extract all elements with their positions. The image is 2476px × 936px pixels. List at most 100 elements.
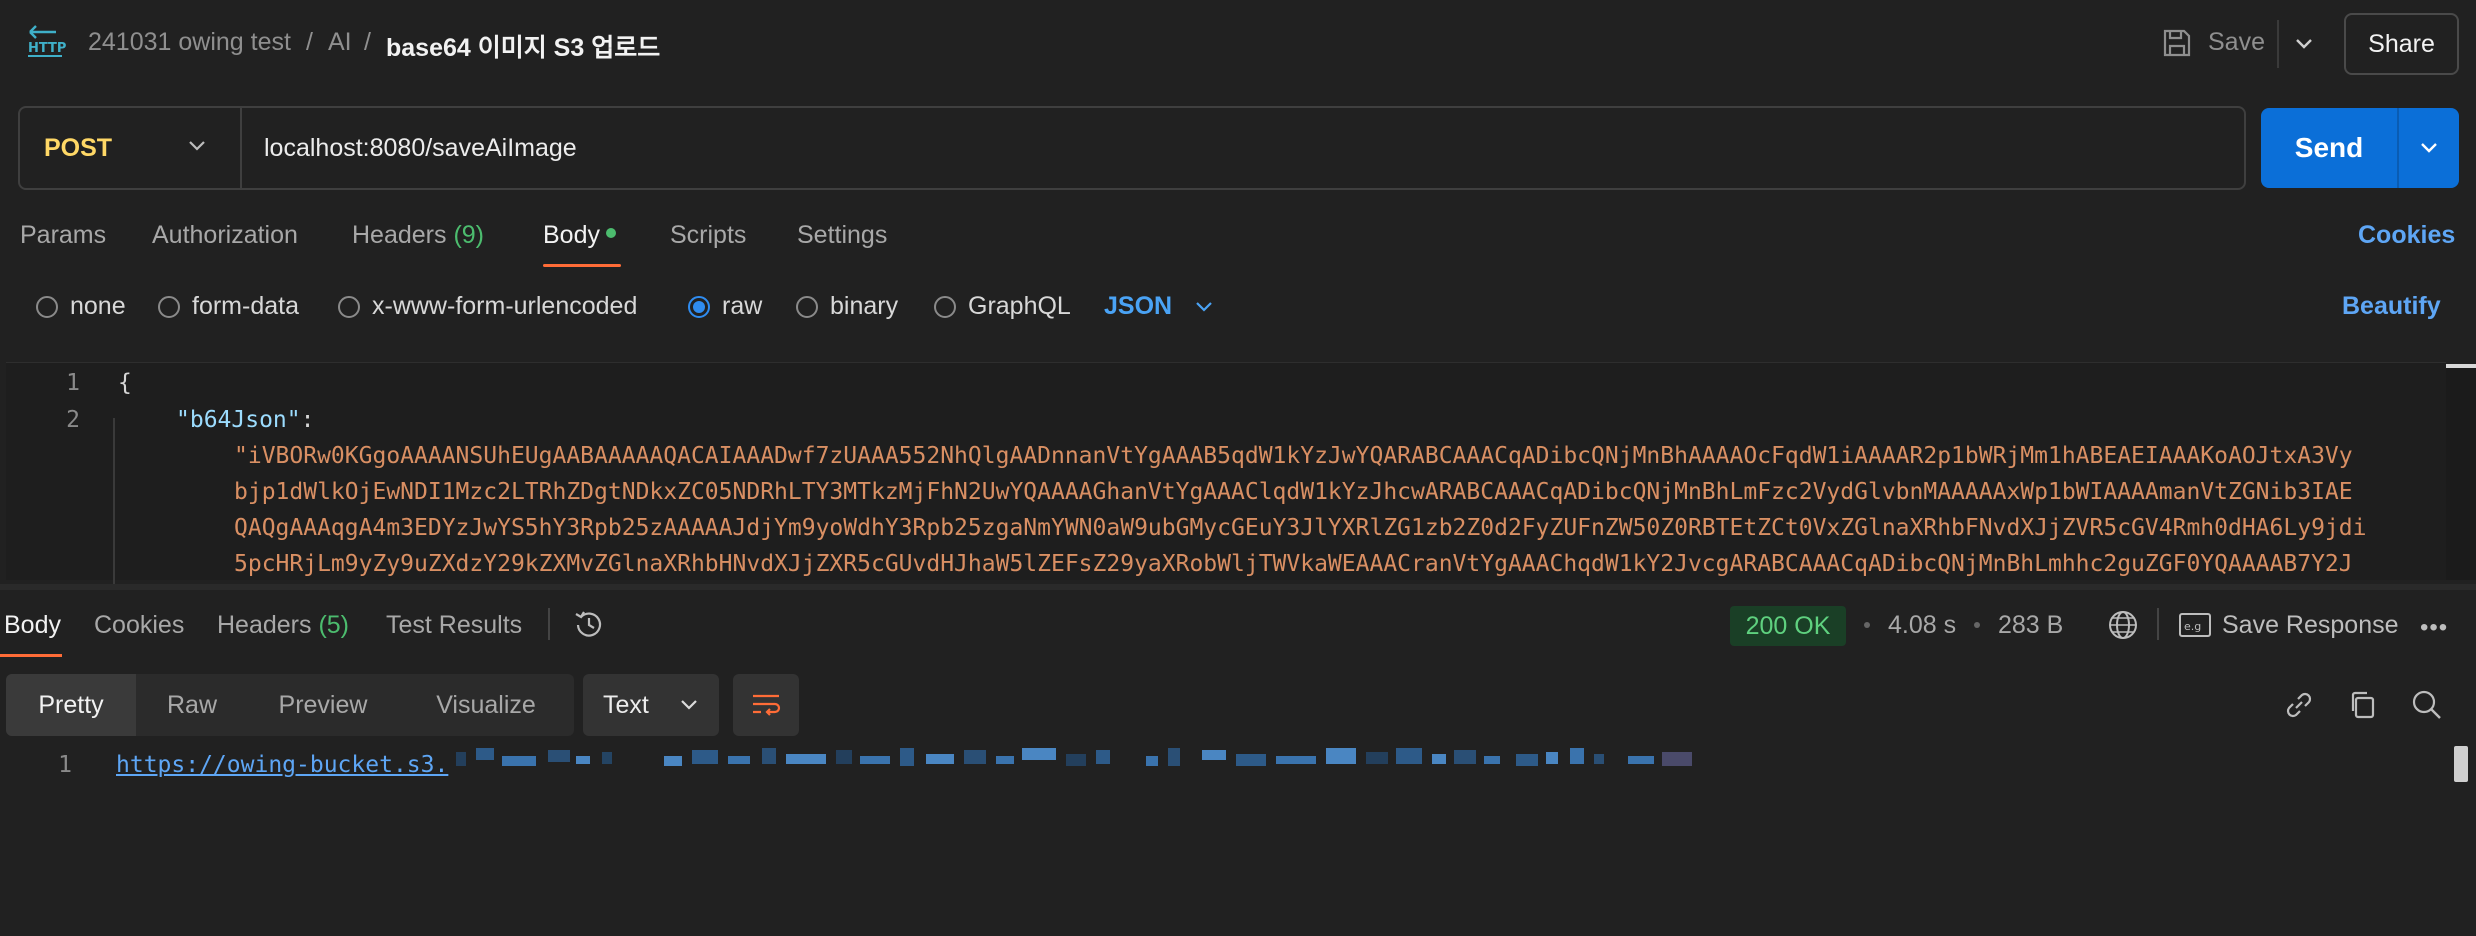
request-body-editor[interactable] — [6, 362, 2446, 580]
request-name[interactable]: base64 이미지 S3 업로드 — [386, 28, 660, 64]
history-icon[interactable] — [572, 608, 606, 642]
radio-none[interactable]: none — [36, 292, 126, 321]
response-tab-cookies[interactable]: Cookies — [94, 611, 184, 640]
json-key-line: "b64Json": — [176, 407, 314, 433]
json-key: "b64Json" — [176, 407, 301, 433]
json-string-line: bjp1dWlkOjEwNDI1Mzc2LTRhZDgtNDkxZC05NDRh… — [234, 479, 2353, 505]
divider — [2157, 608, 2159, 640]
chevron-down-icon — [1196, 301, 1212, 312]
separator-dot — [1974, 622, 1980, 628]
response-url-link[interactable]: https://owing-bucket.s3. — [116, 752, 448, 778]
format-select[interactable]: JSON — [1104, 292, 1214, 321]
search-icon[interactable] — [2410, 688, 2444, 722]
language-label: Text — [603, 690, 649, 719]
radio-button[interactable] — [934, 295, 956, 318]
radio-button-checked[interactable] — [688, 295, 710, 318]
cookies-link[interactable]: Cookies — [2358, 221, 2455, 250]
svg-text:e.g: e.g — [2184, 620, 2201, 633]
radio-label: raw — [722, 292, 763, 320]
wrap-lines-button[interactable] — [733, 674, 799, 736]
radio-button[interactable] — [36, 295, 58, 318]
format-label: JSON — [1104, 292, 1173, 320]
radio-binary[interactable]: binary — [796, 292, 898, 321]
editor-scroll-thumb[interactable] — [2446, 364, 2476, 368]
save-options-button[interactable] — [2286, 26, 2322, 62]
beautify-button[interactable]: Beautify — [2342, 292, 2441, 321]
radio-raw[interactable]: raw — [688, 292, 762, 321]
radio-label: binary — [830, 292, 899, 320]
radio-form-data[interactable]: form-data — [158, 292, 299, 321]
save-icon[interactable] — [2160, 26, 2194, 60]
send-button[interactable]: Send — [2261, 108, 2397, 188]
chevron-down-icon — [189, 141, 205, 151]
json-colon: : — [300, 407, 315, 433]
json-string-line: QAQgAAAqgA4m3EDYzJwYS5hY3Rpb25zAAAAAJdjY… — [234, 515, 2367, 541]
radio-button[interactable] — [158, 295, 180, 318]
view-pretty[interactable]: Pretty — [6, 674, 136, 736]
chevron-down-icon — [681, 700, 697, 710]
status-badge[interactable]: 200 OK — [1730, 606, 1846, 646]
active-tab-indicator — [543, 264, 621, 267]
pane-splitter[interactable] — [0, 584, 2476, 590]
response-language-select[interactable]: Text — [583, 674, 719, 736]
radio-urlencoded[interactable]: x-www-form-urlencoded — [338, 292, 637, 321]
wrap-lines-icon — [753, 694, 781, 716]
tab-body[interactable]: Body — [543, 221, 616, 250]
url-input[interactable] — [264, 120, 2224, 176]
response-scroll-thumb[interactable] — [2454, 746, 2468, 782]
divider — [240, 108, 242, 188]
response-time[interactable]: 4.08 s — [1888, 611, 1956, 640]
json-string-line: "iVBORw0KGgoAAAANSUhEUgAABAAAAAQACAIAAAD… — [234, 443, 2353, 469]
view-visualize[interactable]: Visualize — [398, 674, 574, 736]
request-header: HTTP 241031 owing test / AI / base64 이미지… — [0, 0, 2476, 88]
radio-graphql[interactable]: GraphQL — [934, 292, 1071, 321]
chevron-down-icon — [2296, 39, 2312, 49]
link-icon[interactable] — [2282, 688, 2316, 722]
editor-scrollbar[interactable] — [2446, 364, 2476, 580]
tab-scripts[interactable]: Scripts — [670, 221, 746, 250]
response-size[interactable]: 283 B — [1998, 611, 2063, 640]
breadcrumb-folder[interactable]: AI — [328, 28, 352, 57]
radio-button[interactable] — [338, 295, 360, 318]
response-tab-test-results[interactable]: Test Results — [386, 611, 522, 640]
view-preview[interactable]: Preview — [248, 674, 398, 736]
svg-text:HTTP: HTTP — [28, 41, 66, 56]
breadcrumb-separator: / — [364, 28, 371, 56]
separator-dot — [1864, 622, 1870, 628]
response-tab-body[interactable]: Body — [4, 611, 61, 640]
line-number: 1 — [66, 370, 80, 396]
headers-count: (5) — [318, 611, 350, 639]
more-icon[interactable]: ••• — [2420, 614, 2448, 642]
response-tab-headers[interactable]: Headers (5) — [217, 611, 349, 640]
response-tab-headers-label: Headers — [217, 611, 312, 639]
globe-icon[interactable] — [2106, 608, 2140, 642]
body-modified-dot — [605, 228, 616, 239]
tab-authorization[interactable]: Authorization — [152, 221, 298, 250]
save-button[interactable]: Save — [2208, 28, 2265, 57]
headers-count: (9) — [453, 221, 485, 249]
chevron-down-icon — [2421, 143, 2437, 153]
view-raw[interactable]: Raw — [136, 674, 248, 736]
tab-headers-label: Headers — [352, 221, 447, 249]
tab-body-label: Body — [543, 221, 600, 249]
json-string-line: 5pcHRjLm9yZy9uZXdzY29kZXMvZGlnaXRhbHNvdX… — [234, 551, 2353, 577]
share-button[interactable]: Share — [2344, 13, 2459, 75]
method-select[interactable]: POST — [20, 108, 242, 188]
tab-params[interactable]: Params — [20, 221, 106, 250]
line-number: 2 — [66, 407, 80, 433]
url-bar: POST — [18, 106, 2246, 190]
line-number: 1 — [58, 752, 72, 778]
send-options-button[interactable] — [2397, 108, 2459, 188]
breadcrumb-collection[interactable]: 241031 owing test — [88, 28, 291, 57]
save-response-icon[interactable]: e.g — [2178, 612, 2212, 638]
active-tab-indicator — [0, 654, 62, 657]
radio-button[interactable] — [796, 295, 818, 318]
code-line: { — [118, 370, 132, 396]
breadcrumb-separator: / — [306, 28, 313, 56]
save-response-button[interactable]: Save Response — [2222, 611, 2399, 640]
copy-icon[interactable] — [2346, 688, 2380, 722]
response-view-switcher: Pretty Raw Preview Visualize — [6, 674, 574, 736]
tab-headers[interactable]: Headers (9) — [352, 221, 484, 250]
divider — [2277, 20, 2279, 68]
tab-settings[interactable]: Settings — [797, 221, 887, 250]
